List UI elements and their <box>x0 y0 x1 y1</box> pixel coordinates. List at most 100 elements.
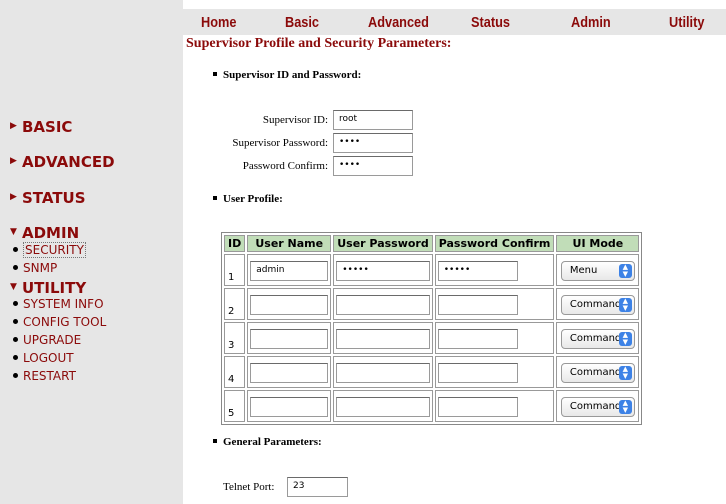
supervisor-id-label: Supervisor ID: <box>262 114 328 126</box>
user-password-cell <box>333 390 433 422</box>
bullet-icon <box>13 373 18 378</box>
triangle-right-icon: ▶ <box>10 191 17 202</box>
user-name-cell <box>247 356 332 388</box>
sidebar-item-snmp[interactable]: SNMP <box>13 261 57 275</box>
user-name-input[interactable]: admin <box>250 260 329 281</box>
sidebar-admin-label: ADMIN <box>22 224 80 242</box>
row-id-text: 3 <box>228 340 235 351</box>
square-bullet-icon <box>213 72 217 77</box>
user-password-cell: ••••• <box>333 254 433 286</box>
supervisor-password-label: Supervisor Password: <box>232 137 328 149</box>
row-id-text: 2 <box>228 306 235 317</box>
sidebar-item-label: SECURITY <box>23 242 86 258</box>
square-bullet-icon <box>213 196 217 201</box>
user-name-input[interactable] <box>250 362 329 383</box>
password-confirm-input[interactable] <box>437 328 518 349</box>
sidebar-item-system-info[interactable]: SYSTEM INFO <box>13 297 104 311</box>
topnav-admin[interactable]: Admin <box>571 14 611 31</box>
sidebar-advanced[interactable]: ▶ ADVANCED <box>10 153 115 171</box>
user-password-input[interactable] <box>336 362 430 383</box>
ui-mode-cell: Menu ▲ ▼ <box>556 254 640 286</box>
col-user-name: User Name <box>247 235 332 252</box>
sidebar-admin[interactable]: ▼ ADMIN <box>10 224 79 242</box>
password-confirm-input[interactable] <box>437 396 518 417</box>
sidebar-item-label: RESTART <box>23 369 76 383</box>
sidebar-item-logout[interactable]: LOGOUT <box>13 351 74 365</box>
sidebar-basic[interactable]: ▶ BASIC <box>10 118 72 136</box>
ui-mode-cell: Command ▲ ▼ <box>556 288 640 320</box>
supervisor-id-input[interactable]: root <box>333 110 413 130</box>
sidebar-advanced-label: ADVANCED <box>22 153 115 171</box>
sidebar-item-config-tool[interactable]: CONFIG TOOL <box>13 315 106 329</box>
sidebar-status[interactable]: ▶ STATUS <box>10 189 86 207</box>
user-password-input[interactable] <box>336 294 430 315</box>
telnet-port-label: Telnet Port: <box>223 481 275 493</box>
sidebar-item-label: CONFIG TOOL <box>23 315 107 329</box>
bullet-icon <box>13 355 18 360</box>
password-confirm-cell: ••••• <box>434 254 555 286</box>
user-name-cell <box>247 288 332 320</box>
ui-mode-select[interactable]: Command ▲ ▼ <box>560 396 635 417</box>
ui-mode-select[interactable]: Menu ▲ ▼ <box>560 260 635 281</box>
table-row: 4 Command ▲ ▼ <box>224 356 640 388</box>
ui-mode-select[interactable]: Command ▲ ▼ <box>560 328 635 349</box>
sidebar-item-label: SNMP <box>23 261 58 275</box>
sidebar-utility[interactable]: ▼ UTILITY <box>10 279 86 297</box>
user-name-input[interactable] <box>250 396 329 417</box>
password-confirm-input[interactable] <box>437 362 518 383</box>
ui-mode-select[interactable]: Command ▲ ▼ <box>560 362 635 383</box>
sidebar-item-restart[interactable]: RESTART <box>13 369 76 383</box>
col-id: ID <box>224 235 246 252</box>
user-name-input[interactable] <box>250 294 329 315</box>
user-password-input[interactable] <box>336 328 430 349</box>
user-password-cell <box>333 356 433 388</box>
password-confirm-cell <box>434 390 555 422</box>
sidebar-item-security[interactable]: SECURITY <box>13 242 86 258</box>
ui-mode-value: Menu <box>569 264 598 276</box>
select-arrows-icon: ▲ ▼ <box>618 399 632 414</box>
user-profile-table: ID User Name User Password Password Conf… <box>221 232 643 425</box>
ui-mode-cell: Command ▲ ▼ <box>556 322 640 354</box>
sidebar: ▶ BASIC ▶ ADVANCED ▶ STATUS ▼ ADMIN SECURITY… <box>0 0 183 504</box>
topnav-status[interactable]: Status <box>471 14 510 31</box>
bullet-icon <box>13 337 18 342</box>
triangle-right-icon: ▶ <box>10 120 17 131</box>
password-confirm-input[interactable]: ••••• <box>437 260 518 281</box>
general-section-heading: General Parameters: <box>213 436 322 448</box>
user-password-cell <box>333 322 433 354</box>
supervisor-password-input[interactable]: •••• <box>333 133 413 153</box>
user-password-input[interactable]: ••••• <box>336 260 430 281</box>
table-row: 2 Command ▲ ▼ <box>224 288 640 320</box>
sidebar-basic-label: BASIC <box>22 118 73 136</box>
user-password-input[interactable] <box>336 396 430 417</box>
sidebar-item-label: LOGOUT <box>23 351 74 365</box>
topnav-utility[interactable]: Utility <box>669 14 704 31</box>
col-user-password: User Password <box>333 235 433 252</box>
square-bullet-icon <box>213 439 217 444</box>
password-confirm-input[interactable] <box>437 294 518 315</box>
col-password-confirm: Password Confirm <box>434 235 555 252</box>
table-row: 5 Command ▲ ▼ <box>224 390 640 422</box>
ui-mode-cell: Command ▲ ▼ <box>556 356 640 388</box>
ui-mode-select[interactable]: Command ▲ ▼ <box>560 294 635 315</box>
supervisor-heading-text: Supervisor ID and Password: <box>223 69 362 81</box>
password-confirm-cell <box>434 288 555 320</box>
row-id: 3 <box>224 322 246 354</box>
telnet-port-input[interactable]: 23 <box>287 477 348 497</box>
sidebar-utility-label: UTILITY <box>22 279 87 297</box>
ui-mode-value: Command <box>569 332 622 344</box>
table-row: 3 Command ▲ ▼ <box>224 322 640 354</box>
topnav-advanced[interactable]: Advanced <box>368 14 429 31</box>
ui-mode-value: Command <box>569 400 622 412</box>
row-id: 4 <box>224 356 246 388</box>
topnav-basic[interactable]: Basic <box>285 14 319 31</box>
topnav-home[interactable]: Home <box>201 14 236 31</box>
sidebar-item-upgrade[interactable]: UPGRADE <box>13 333 81 347</box>
general-heading-text: General Parameters: <box>223 436 322 448</box>
password-confirm-input[interactable]: •••• <box>333 156 413 176</box>
user-name-input[interactable] <box>250 328 329 349</box>
top-nav-bar <box>183 9 726 35</box>
ui-mode-value: Command <box>569 366 622 378</box>
sidebar-status-label: STATUS <box>22 189 86 207</box>
triangle-right-icon: ▶ <box>10 155 17 166</box>
